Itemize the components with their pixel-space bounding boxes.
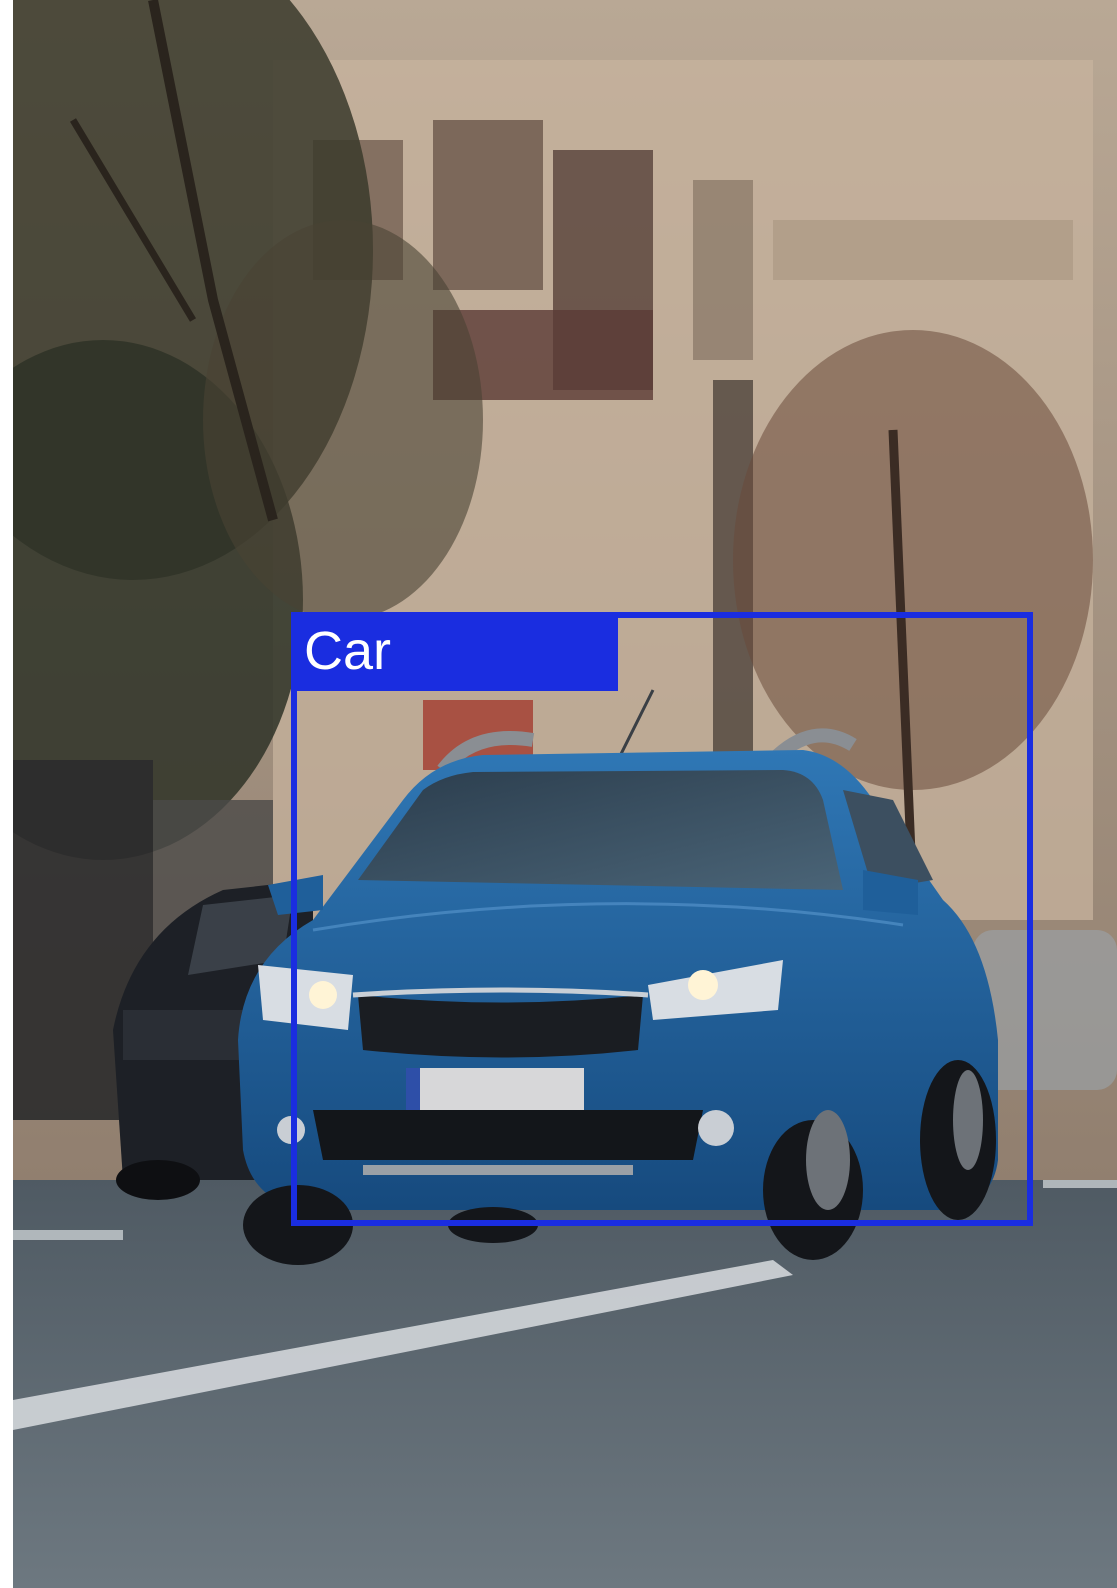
detection-bounding-box — [291, 612, 1033, 1226]
detection-label: Car — [291, 612, 618, 691]
